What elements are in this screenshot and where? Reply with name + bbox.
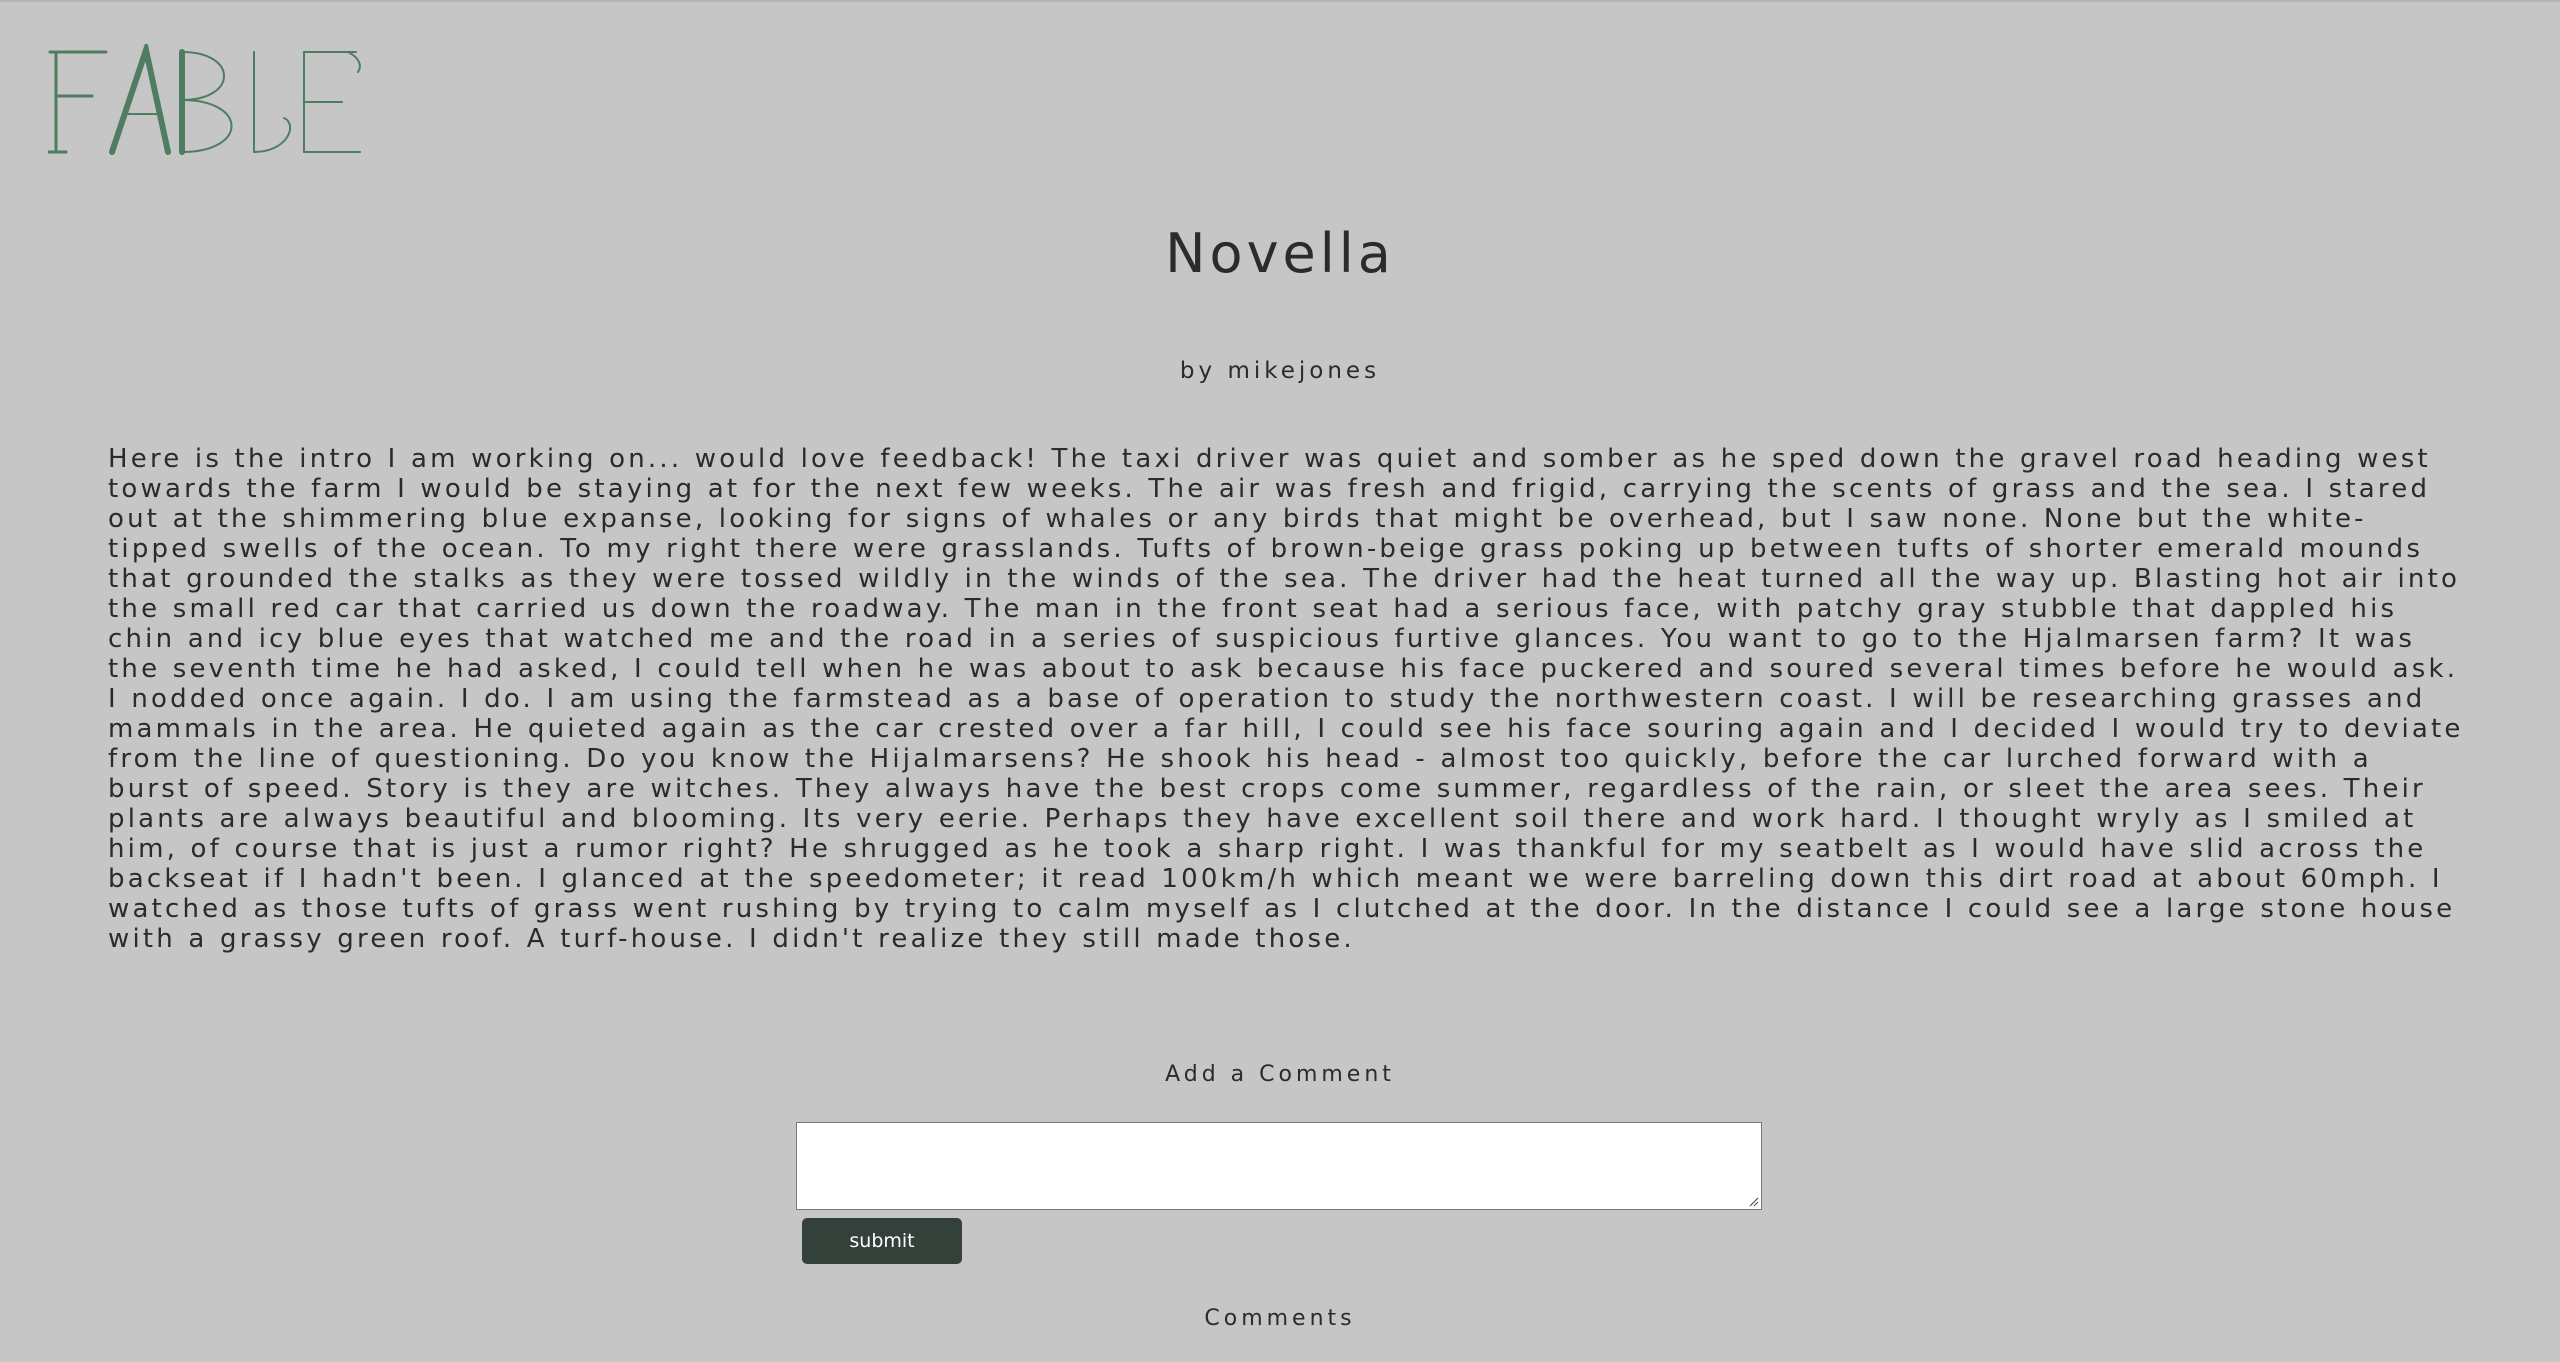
resize-grip-icon[interactable] <box>1747 1195 1759 1207</box>
add-comment-heading: Add a Comment <box>1165 1062 1395 1087</box>
comment-textarea[interactable] <box>796 1122 1762 1210</box>
fable-logo-graphic <box>48 44 361 155</box>
fable-logo[interactable] <box>48 44 368 156</box>
story-body: Here is the intro I am working on... wou… <box>108 444 2464 954</box>
story-title: Novella <box>1165 222 1395 285</box>
submit-button[interactable]: submit <box>802 1218 962 1264</box>
story-author[interactable]: by mikejones <box>0 358 2560 384</box>
top-border <box>0 0 2560 2</box>
comments-heading: Comments <box>1204 1306 1356 1331</box>
